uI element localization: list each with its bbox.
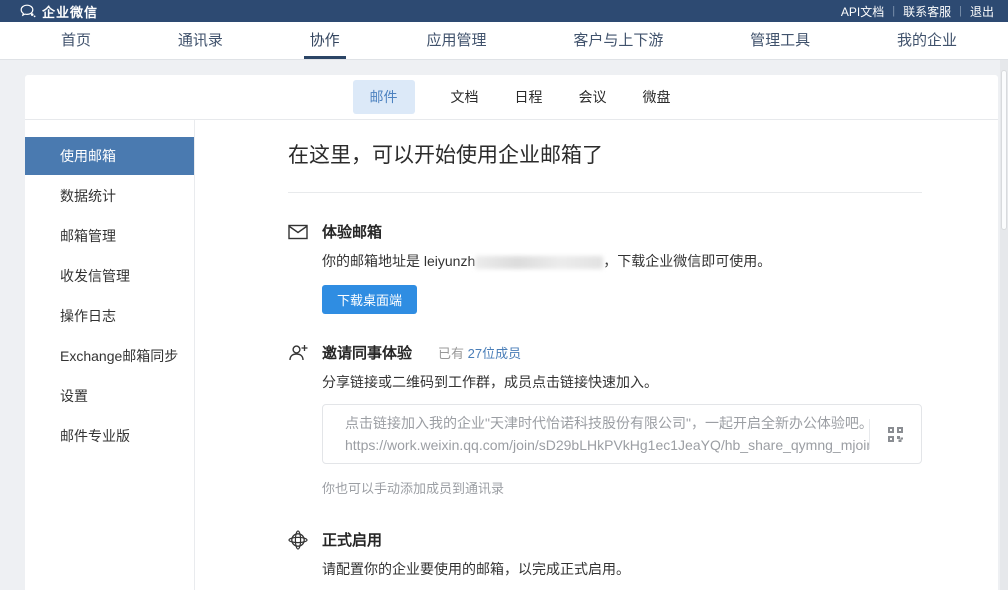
tab-calendar[interactable]: 日程 (515, 80, 543, 114)
nav-item-my-company[interactable]: 我的企业 (891, 22, 963, 59)
sidebar: 使用邮箱 数据统计 邮箱管理 收发信管理 操作日志 Exchange邮箱同步 设… (25, 120, 195, 590)
title-divider (288, 192, 922, 193)
invite-heading: 邀请同事体验 (322, 342, 412, 363)
sidebar-item-statistics[interactable]: 数据统计 (25, 177, 194, 215)
member-count-link[interactable]: 27位成员 (468, 346, 521, 361)
share-link-box: 点击链接加入我的企业"天津时代怡诺科技股份有限公司"，一起开启全新办公体验吧。 … (322, 404, 922, 464)
nav-item-apps[interactable]: 应用管理 (420, 22, 492, 59)
mailbox-address-line: 你的邮箱地址是 leiyunzh，下载企业微信即可使用。 (322, 251, 922, 271)
collab-subtabs: 邮件 文档 日程 会议 微盘 (25, 75, 998, 120)
compass-gyroscope-icon (288, 530, 308, 550)
section-try-mailbox: 体验邮箱 你的邮箱地址是 leiyunzh，下载企业微信即可使用。 下载桌面端 (288, 221, 922, 314)
topbar: 企业微信 API文档 | 联系客服 | 退出 (0, 0, 1008, 22)
share-url: https://work.weixin.qq.com/join/sD29bLHk… (345, 434, 869, 456)
nav-item-collaboration[interactable]: 协作 (304, 22, 346, 59)
download-desktop-button[interactable]: 下载桌面端 (322, 285, 417, 314)
try-mailbox-heading: 体验邮箱 (322, 221, 382, 242)
nav-item-admin-tools[interactable]: 管理工具 (744, 22, 816, 59)
sidebar-item-exchange-sync[interactable]: Exchange邮箱同步 (25, 337, 194, 375)
manual-add-hint: 你也可以手动添加成员到通讯录 (322, 478, 922, 497)
mail-envelope-icon (288, 224, 308, 240)
logout-link[interactable]: 退出 (970, 3, 994, 20)
nav-item-home[interactable]: 首页 (55, 22, 97, 59)
main-content: 在这里，可以开始使用企业邮箱了 体验邮箱 (195, 120, 1008, 590)
sidebar-item-send-receive[interactable]: 收发信管理 (25, 257, 194, 295)
separator: | (959, 5, 962, 17)
separator: | (892, 5, 895, 17)
content-card: 邮件 文档 日程 会议 微盘 使用邮箱 数据统计 邮箱管理 收发信管理 操作日志… (25, 75, 998, 590)
activate-heading: 正式启用 (322, 529, 382, 550)
brand: 企业微信 (20, 2, 98, 21)
sidebar-item-operation-log[interactable]: 操作日志 (25, 297, 194, 335)
nav-item-customers[interactable]: 客户与上下游 (567, 22, 669, 59)
share-text: 点击链接加入我的企业"天津时代怡诺科技股份有限公司"，一起开启全新办公体验吧。 (345, 412, 869, 434)
tab-mail[interactable]: 邮件 (353, 80, 415, 114)
add-person-icon (288, 344, 308, 362)
redacted-email (475, 256, 603, 269)
nav-item-contacts[interactable]: 通讯录 (172, 22, 229, 59)
sidebar-item-use-mailbox[interactable]: 使用邮箱 (25, 137, 194, 175)
scrollbar-thumb[interactable] (1001, 70, 1007, 230)
page-background: 邮件 文档 日程 会议 微盘 使用邮箱 数据统计 邮箱管理 收发信管理 操作日志… (0, 60, 1008, 590)
section-activate: 正式启用 请配置你的企业要使用的邮箱，以完成正式启用。 (288, 529, 922, 579)
member-count: 已有 27位成员 (438, 343, 521, 362)
topbar-links: API文档 | 联系客服 | 退出 (841, 3, 994, 20)
contact-support-link[interactable]: 联系客服 (903, 3, 951, 20)
activate-desc: 请配置你的企业要使用的邮箱，以完成正式启用。 (322, 559, 922, 579)
sidebar-item-mail-pro[interactable]: 邮件专业版 (25, 417, 194, 455)
wechat-work-logo-icon (20, 4, 36, 18)
main-nav: 首页 通讯录 协作 应用管理 客户与上下游 管理工具 我的企业 (0, 22, 1008, 60)
tab-docs[interactable]: 文档 (451, 80, 479, 114)
qr-code-icon[interactable] (869, 419, 921, 449)
tab-meeting[interactable]: 会议 (579, 80, 607, 114)
tab-drive[interactable]: 微盘 (643, 80, 671, 114)
section-invite: 邀请同事体验 已有 27位成员 分享链接或二维码到工作群，成员点击链接快速加入。… (288, 342, 922, 497)
page-title: 在这里，可以开始使用企业邮箱了 (288, 139, 922, 169)
sidebar-item-settings[interactable]: 设置 (25, 377, 194, 415)
api-docs-link[interactable]: API文档 (841, 3, 884, 20)
app-title: 企业微信 (42, 2, 98, 21)
sidebar-item-mailbox-management[interactable]: 邮箱管理 (25, 217, 194, 255)
scrollbar-track[interactable] (1000, 60, 1008, 590)
invite-desc: 分享链接或二维码到工作群，成员点击链接快速加入。 (322, 372, 922, 392)
